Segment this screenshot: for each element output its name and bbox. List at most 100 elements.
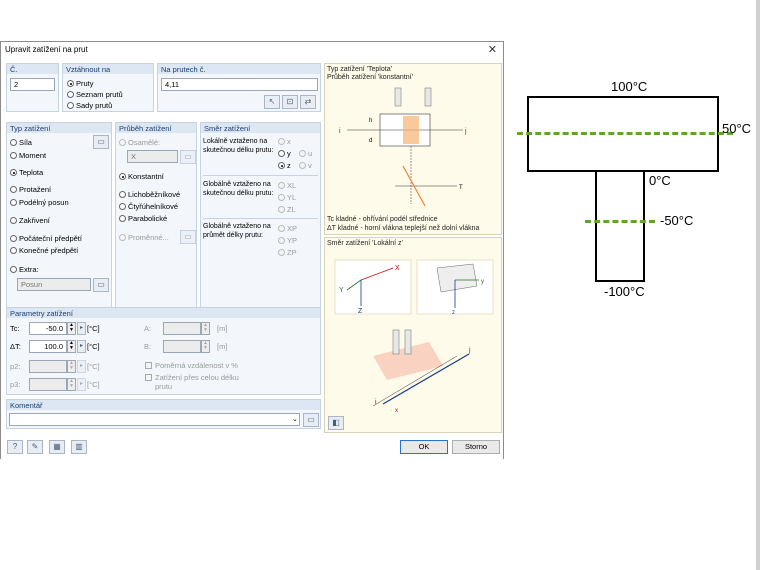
comment-library-icon[interactable]: ▭ (303, 413, 319, 427)
preview-note-1: Tc kladné - ohřívání podél střednice (327, 216, 438, 223)
b-input[interactable] (163, 340, 201, 353)
radio-yp[interactable] (278, 237, 285, 244)
axis-i-2: i (375, 399, 377, 406)
radio-final-prestress[interactable] (10, 247, 17, 254)
dt-spinner[interactable]: ▲ ▼ (67, 340, 76, 353)
label-initial-prestress: Počáteční předpětí (19, 234, 82, 243)
p3-unit: [°C] (87, 380, 100, 389)
tc-unit: [°C] (87, 324, 100, 333)
number-group: Č. 2 (6, 63, 59, 112)
radio-curvature[interactable] (10, 217, 17, 224)
radio-local-v[interactable] (299, 162, 306, 169)
full-length-checkbox[interactable] (145, 374, 152, 381)
varying-settings-icon[interactable]: ▭ (180, 230, 196, 244)
ok-button[interactable]: OK (400, 440, 448, 454)
radio-force[interactable] (10, 139, 17, 146)
load-type-settings-icon[interactable]: ▭ (93, 135, 109, 149)
chevron-down-icon[interactable]: ⌄ (292, 415, 298, 423)
radio-members[interactable] (67, 80, 74, 87)
relate-header: Vztáhnout na (66, 65, 111, 74)
dt-input[interactable]: 100.0 (29, 340, 67, 353)
radio-moment[interactable] (10, 152, 17, 159)
dt-arrow-icon[interactable]: ▸ (77, 340, 86, 353)
tc-input[interactable]: -50.0 (29, 322, 67, 335)
radio-parabolic[interactable] (119, 215, 126, 222)
close-icon[interactable]: ✕ (488, 43, 497, 56)
radio-local-x[interactable] (278, 138, 285, 145)
label-z: z (452, 310, 455, 316)
dt-unit: [°C] (87, 342, 100, 351)
p2-spinner[interactable]: ▲ ▼ (67, 360, 76, 373)
radio-member-list[interactable] (67, 91, 74, 98)
number-header: Č. (10, 65, 18, 74)
radio-xl[interactable] (278, 182, 285, 189)
tc-spinner[interactable]: ▲ ▼ (67, 322, 76, 335)
p2-arrow-icon[interactable]: ▸ (77, 360, 86, 373)
cancel-button[interactable]: Storno (452, 440, 500, 454)
concentrated-settings-icon[interactable]: ▭ (180, 150, 196, 164)
comment-input[interactable] (9, 413, 300, 426)
units-icon[interactable]: ▦ (49, 440, 65, 454)
label-100c: 100°C (611, 79, 648, 94)
label-minus-100c: -100°C (604, 284, 645, 299)
radio-constant[interactable] (119, 173, 126, 180)
radio-varying[interactable] (119, 234, 126, 241)
edit-icon[interactable]: ✎ (27, 440, 43, 454)
radio-zl[interactable] (278, 206, 285, 213)
info-icon[interactable]: ▥ (71, 440, 87, 454)
radio-extra[interactable] (10, 266, 17, 273)
label-yl: YL (287, 193, 297, 202)
a-spinner[interactable]: ▲ ▼ (201, 322, 210, 335)
axis-z: Z (358, 308, 363, 315)
p2-input[interactable] (29, 360, 67, 373)
extra-select[interactable]: Posun (17, 278, 91, 291)
radio-member-sets[interactable] (67, 102, 74, 109)
p3-spinner[interactable]: ▲ ▼ (67, 378, 76, 391)
radio-tapered[interactable] (119, 203, 126, 210)
radio-trapezoidal[interactable] (119, 191, 126, 198)
scrollbar[interactable] (756, 0, 760, 570)
members-field[interactable]: 4,11 (161, 78, 318, 91)
radio-initial-prestress[interactable] (10, 235, 17, 242)
radio-zp[interactable] (278, 249, 285, 256)
select-graphic-icon[interactable]: ⊡ (282, 95, 298, 109)
p3-arrow-icon[interactable]: ▸ (77, 378, 86, 391)
label-trapezoidal: Lichoběžníkové (128, 190, 181, 199)
radio-yl[interactable] (278, 194, 285, 201)
preview-title-3: Směr zatížení 'Lokální z' (327, 240, 403, 247)
concentrated-select[interactable]: X (127, 150, 178, 163)
a-input[interactable] (163, 322, 201, 335)
radio-local-y[interactable] (278, 150, 285, 157)
pick-member-icon[interactable]: ↖ (264, 95, 280, 109)
preview-toggle-icon[interactable]: ◧ (328, 416, 344, 430)
radio-local-z[interactable] (278, 162, 285, 169)
relate-group: Vztáhnout na Pruty Seznam prutů Sady pru… (62, 63, 154, 112)
label-h: h (369, 118, 372, 124)
radio-local-u[interactable] (299, 150, 306, 157)
radio-temperature[interactable] (10, 169, 17, 176)
number-field[interactable]: 2 (10, 78, 55, 91)
preview-title-2: Průběh zatížení 'konstantní' (327, 74, 413, 81)
relative-distance-checkbox[interactable] (145, 362, 152, 369)
radio-elongation[interactable] (10, 186, 17, 193)
swap-icon[interactable]: ⇄ (300, 95, 316, 109)
preview-direction-panel: Směr zatížení 'Lokální z' X Y Z y z i j … (324, 237, 502, 433)
label-moment: Moment (19, 151, 47, 160)
p3-input[interactable] (29, 378, 67, 391)
a-label: A: (144, 324, 152, 333)
b-unit: [m] (217, 342, 228, 351)
members-group: Na prutech č. 4,11 ↖ ⊡ ⇄ (157, 63, 321, 112)
b-spinner[interactable]: ▲ ▼ (201, 340, 210, 353)
dashed-line-50 (517, 132, 733, 135)
help-icon[interactable]: ? (7, 440, 23, 454)
label-xl: XL (287, 181, 297, 190)
radio-concentrated[interactable] (119, 139, 126, 146)
radio-axial-shift[interactable] (10, 199, 17, 206)
axis-i: i (339, 128, 341, 135)
extra-settings-icon[interactable]: ▭ (93, 278, 109, 292)
temperature-distribution-graphic: i j h d T (339, 87, 467, 207)
radio-xp[interactable] (278, 225, 285, 232)
direction-header: Směr zatížení (204, 124, 251, 133)
label-local-v: v (308, 161, 312, 170)
tc-arrow-icon[interactable]: ▸ (77, 322, 86, 335)
